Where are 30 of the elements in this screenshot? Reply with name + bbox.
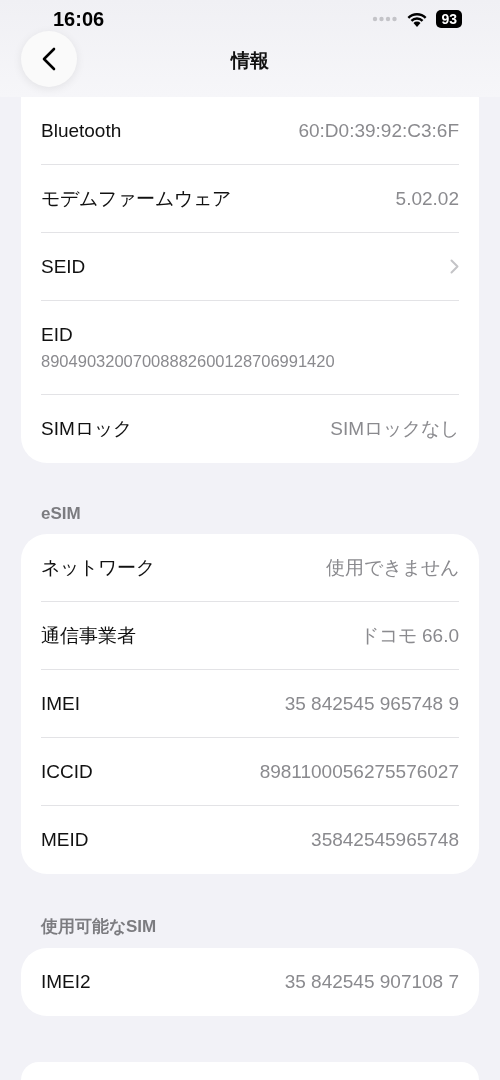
no-signal-icon [372, 16, 399, 22]
section-header: eSIM [40, 503, 82, 525]
row-value: 60:D0:39:92:C3:6F [298, 119, 459, 142]
row-label: SIMロック [41, 417, 132, 441]
row-label: モデムファームウェア [41, 186, 231, 211]
row-value: 35 842545 965748 9 [284, 692, 459, 715]
row-value: ドコモ 66.0 [359, 623, 459, 648]
row-label: ICCID [41, 760, 93, 783]
row-value: SIMロックなし [330, 417, 459, 441]
row-label: 通信事業者 [41, 623, 136, 648]
section-header: 使用可能なSIM [40, 916, 158, 938]
row-value: 5.02.02 [395, 187, 459, 210]
row-value: 8981100056275576027 [259, 760, 459, 783]
row-value: 使用できません [326, 555, 459, 580]
row-label: MEID [41, 829, 89, 851]
row-value: 35 842545 907108 7 [284, 971, 459, 993]
row-value: 89049032007008882600128706991420 [41, 352, 335, 371]
back-chevron-icon [42, 47, 56, 71]
chevron-icon [450, 259, 459, 274]
row-label: ネットワーク [41, 555, 155, 580]
row-label: Bluetooth [41, 119, 122, 142]
row-label[interactable]: SEID [41, 255, 86, 278]
nav-title: 情報 [231, 49, 269, 73]
row-label: IMEI2 [41, 971, 91, 993]
row-label: EID [41, 324, 73, 346]
wifi-icon [406, 11, 429, 27]
row-label: IMEI [41, 692, 81, 715]
row-value: 35842545965748 [311, 829, 459, 851]
status-time: 16:06 [53, 7, 105, 31]
battery-icon: 93 [436, 10, 462, 28]
